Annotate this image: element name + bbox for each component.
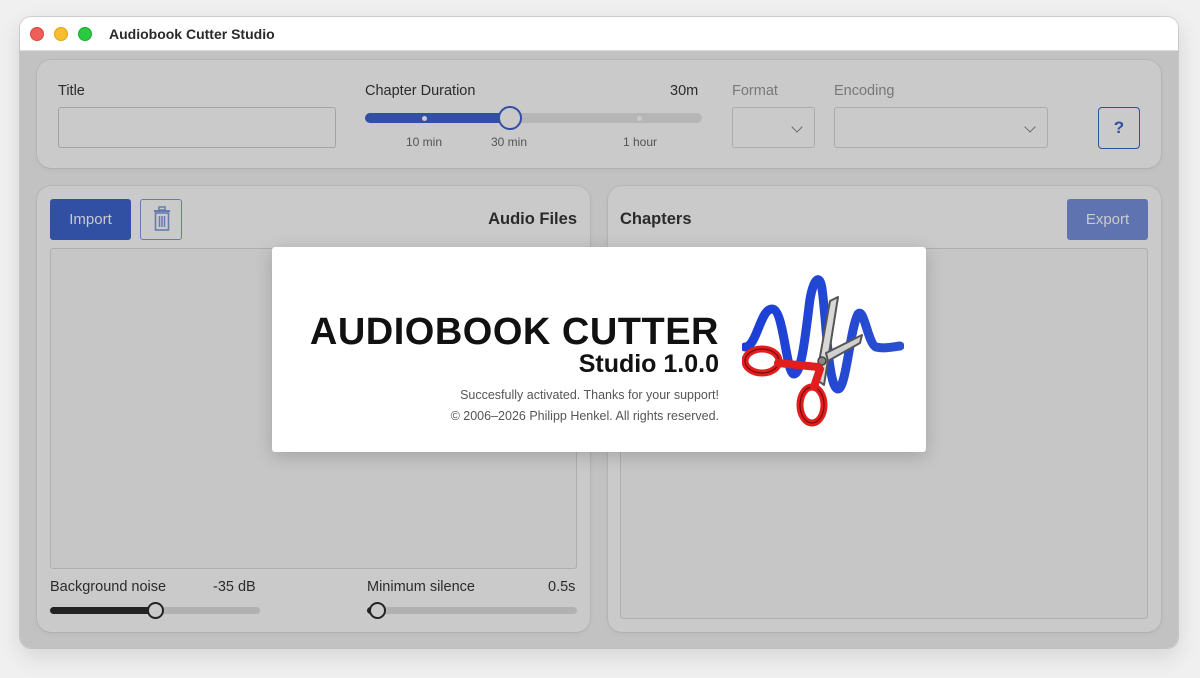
splash-title: AUDIOBOOK CUTTER xyxy=(309,311,719,353)
splash-version: Studio 1.0.0 xyxy=(578,350,719,378)
minimize-window-button[interactable] xyxy=(54,27,68,41)
activation-status: Succesfully activated. Thanks for your s… xyxy=(460,388,719,402)
about-dialog: AUDIOBOOK CUTTER Studio 1.0.0 Succesfull… xyxy=(272,247,926,452)
window-title: Audiobook Cutter Studio xyxy=(109,26,275,42)
copyright-notice: © 2006–2026 Philipp Henkel. All rights r… xyxy=(450,409,719,423)
close-window-button[interactable] xyxy=(30,27,44,41)
scissors-waveform-logo xyxy=(742,275,904,427)
title-bar: Audiobook Cutter Studio xyxy=(20,17,1178,51)
maximize-window-button[interactable] xyxy=(78,27,92,41)
